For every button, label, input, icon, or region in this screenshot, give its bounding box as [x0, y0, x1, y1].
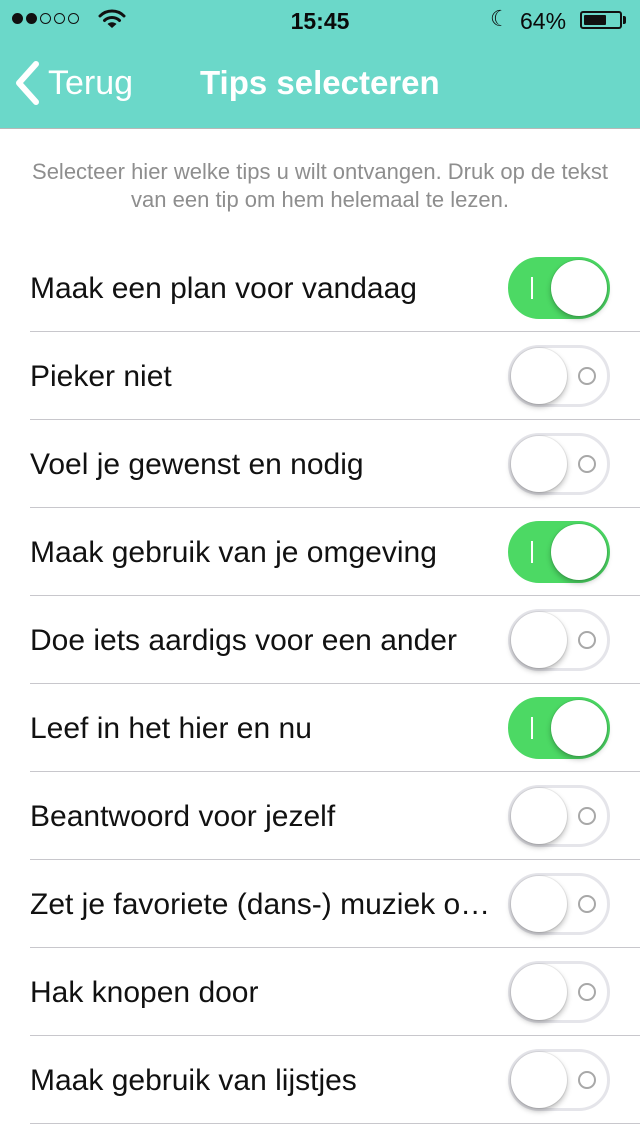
switch-off-mark	[578, 631, 596, 649]
tip-row: Pieker niet	[0, 332, 640, 420]
tip-label[interactable]: Hak knopen door	[30, 976, 500, 1010]
tip-toggle-switch[interactable]	[508, 961, 610, 1023]
switch-knob	[511, 348, 567, 404]
tips-list: Maak een plan voor vandaag Pieker niet Voe…	[0, 244, 640, 1124]
switch-on-mark	[531, 277, 533, 299]
switch-off-mark	[578, 895, 596, 913]
tip-row: Hak knopen door	[0, 948, 640, 1036]
switch-on-mark	[531, 717, 533, 739]
row-divider	[30, 1123, 640, 1124]
chevron-left-icon	[16, 61, 39, 105]
switch-knob	[551, 260, 607, 316]
switch-knob	[551, 524, 607, 580]
tip-row: Beantwoord voor jezelf	[0, 772, 640, 860]
navigation-bar: Terug Tips selecteren	[0, 40, 640, 128]
tip-toggle-switch[interactable]	[508, 609, 610, 671]
tip-label[interactable]: Doe iets aardigs voor een ander	[30, 624, 500, 658]
switch-knob	[511, 612, 567, 668]
tip-toggle-switch[interactable]	[508, 433, 610, 495]
moon-icon: ☾	[490, 6, 510, 31]
tip-toggle-switch[interactable]	[508, 873, 610, 935]
tip-label[interactable]: Maak een plan voor vandaag	[30, 272, 500, 306]
tip-toggle-switch[interactable]	[508, 697, 610, 759]
tip-toggle-switch[interactable]	[508, 257, 610, 319]
battery-level-fill	[584, 15, 606, 25]
tip-label[interactable]: Maak gebruik van lijstjes	[30, 1064, 500, 1098]
tip-toggle-switch[interactable]	[508, 785, 610, 847]
battery-tip	[623, 16, 626, 24]
page-title: Tips selecteren	[200, 64, 440, 101]
navbar-divider	[0, 128, 640, 129]
tip-label[interactable]: Beantwoord voor jezelf	[30, 800, 500, 834]
switch-on-mark	[531, 541, 533, 563]
switch-knob	[511, 1052, 567, 1108]
tip-label[interactable]: Leef in het hier en nu	[30, 712, 500, 746]
tip-toggle-switch[interactable]	[508, 345, 610, 407]
switch-off-mark	[578, 367, 596, 385]
tip-row: Zet je favoriete (dans-) muziek o…	[0, 860, 640, 948]
tip-label[interactable]: Voel je gewenst en nodig	[30, 448, 500, 482]
switch-off-mark	[578, 807, 596, 825]
tip-row: Doe iets aardigs voor een ander	[0, 596, 640, 684]
tip-toggle-switch[interactable]	[508, 521, 610, 583]
tip-label[interactable]: Zet je favoriete (dans-) muziek o…	[30, 888, 500, 922]
tip-row: Voel je gewenst en nodig	[0, 420, 640, 508]
switch-off-mark	[578, 983, 596, 1001]
switch-off-mark	[578, 1071, 596, 1089]
tip-row: Maak gebruik van je omgeving	[0, 508, 640, 596]
tip-label[interactable]: Maak gebruik van je omgeving	[30, 536, 500, 570]
tip-toggle-switch[interactable]	[508, 1049, 610, 1111]
switch-knob	[511, 964, 567, 1020]
switch-knob	[511, 788, 567, 844]
tip-label[interactable]: Pieker niet	[30, 360, 500, 394]
switch-knob	[511, 876, 567, 932]
back-button[interactable]: Terug	[14, 58, 133, 108]
status-bar: 15:45 ☾ 64%	[0, 0, 640, 40]
tip-row: Leef in het hier en nu	[0, 684, 640, 772]
back-button-label: Terug	[48, 63, 134, 102]
switch-knob	[511, 436, 567, 492]
intro-text: Selecteer hier welke tips u wilt ontvang…	[32, 159, 608, 212]
switch-knob	[551, 700, 607, 756]
battery-icon	[580, 11, 622, 29]
battery-percentage: 64%	[520, 8, 567, 34]
tip-row: Maak gebruik van lijstjes	[0, 1036, 640, 1124]
switch-off-mark	[578, 455, 596, 473]
tip-row: Maak een plan voor vandaag	[0, 244, 640, 332]
